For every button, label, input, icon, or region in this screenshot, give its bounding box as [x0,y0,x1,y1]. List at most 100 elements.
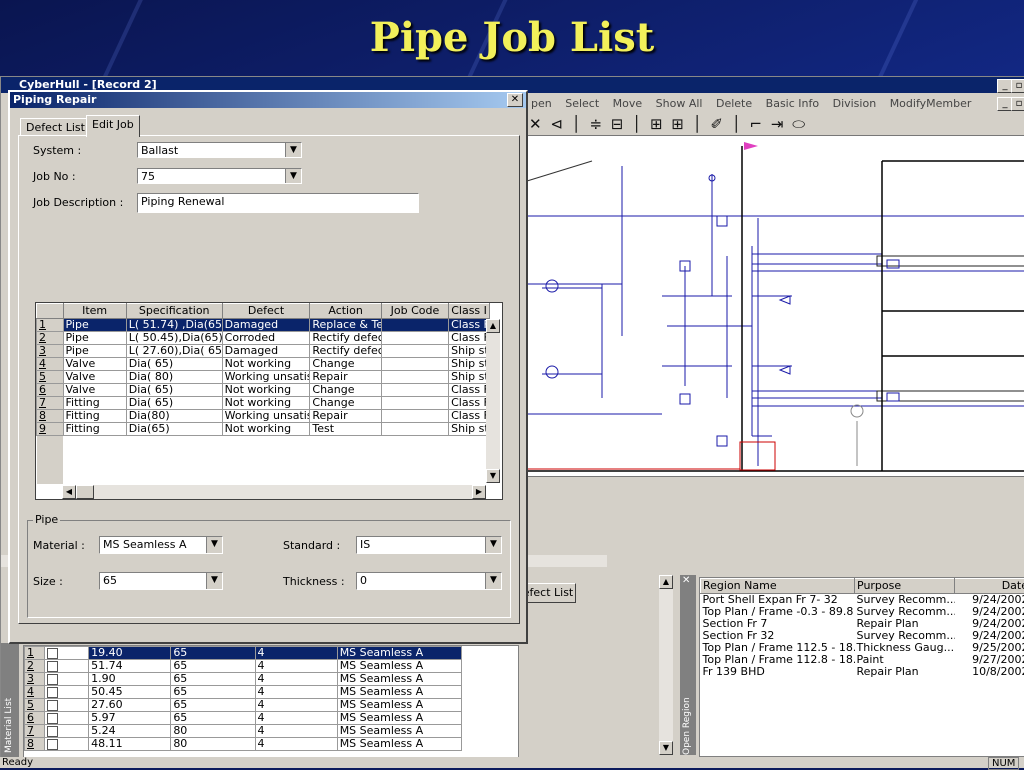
table-row[interactable]: 450.45654MS Seamless A [25,686,462,699]
scroll-up-button[interactable]: ▲ [659,575,673,589]
table-cell: 6 [37,384,64,397]
table-cell: L( 50.45),Dia(65) [126,332,222,345]
table-row[interactable]: 4ValveDia( 65)Not workingChangeShip st [37,358,490,371]
chevron-down-icon[interactable]: ▼ [206,537,222,553]
menu-show-all[interactable]: Show All [656,97,703,110]
table-row[interactable]: Fr 139 BHDRepair Plan10/8/2002 [701,666,1024,678]
row-checkbox[interactable] [47,713,58,724]
tab-edit-job[interactable]: Edit Job [86,115,140,137]
defect-list-button[interactable]: efect List [520,583,576,603]
scroll-right-button[interactable]: ▶ [472,485,486,499]
middle-scrollbar[interactable]: ▲ ▼ [659,575,673,755]
table-row[interactable]: 5ValveDia( 80)Working unsatisfRepairShip… [37,371,490,384]
row-checkbox[interactable] [47,700,58,711]
table-row[interactable]: 7FittingDia( 65)Not workingChangeClass F [37,397,490,410]
scroll-up-button[interactable]: ▲ [486,319,500,333]
thickness-select[interactable]: 0 ▼ [356,572,502,590]
table-row[interactable]: Section Fr 7Repair Plan9/24/2002 [701,618,1024,630]
column-header-defect[interactable]: Defect [222,304,310,319]
table-row[interactable]: 8FittingDia(80)Working unsatisfRepairCla… [37,410,490,423]
table-cell: Pipe [63,345,126,358]
job-grid-horizontal-scrollbar[interactable]: ◀ ▶ [62,485,486,499]
row-checkbox[interactable] [47,726,58,737]
slide-title: Pipe Job List [0,14,1024,61]
table-row[interactable]: 2PipeL( 50.45),Dia(65)CorrodedRectify de… [37,332,490,345]
drawing-toolbar[interactable]: ✕ ⊲ │ ≑ ⊟ │ ⊞ ⊞ │ ✐ │ ⌐ ⇥ ⬭ [529,115,807,133]
menu-select[interactable]: Select [565,97,599,110]
column-header-specification[interactable]: Specification [126,304,222,319]
region-list-grid[interactable]: Region Name Purpose Date Port Shell Expa… [699,577,1024,757]
row-checkbox[interactable] [47,648,58,659]
table-row[interactable]: 527.60654MS Seamless A [25,699,462,712]
job-item-grid[interactable]: Item Specification Defect Action Job Cod… [35,302,503,500]
table-row[interactable]: 848.11804MS Seamless A [25,738,462,751]
chevron-down-icon[interactable]: ▼ [285,143,301,157]
table-cell: Top Plan / Frame 112.5 - 18... [701,642,855,654]
column-header-job-code[interactable]: Job Code [381,304,448,319]
material-list-table: 119.40654MS Seamless A251.74654MS Seamle… [24,646,462,751]
column-header-purpose[interactable]: Purpose [855,579,955,594]
restore-button[interactable]: ▫ [1011,79,1024,93]
material-list-scrollbar[interactable]: ▲ [518,646,519,758]
standard-select[interactable]: IS ▼ [356,536,502,554]
column-header-date[interactable]: Date [955,579,1024,594]
system-select[interactable]: Ballast ▼ [137,142,302,158]
job-grid-vertical-scrollbar[interactable]: ▲ ▼ [486,319,500,483]
menu-modify-member[interactable]: ModifyMember [890,97,972,110]
scroll-down-button[interactable]: ▼ [486,469,500,483]
material-list-side-panel: Material List [1,643,19,758]
table-row[interactable]: 6ValveDia( 65)Not workingChangeClass F [37,384,490,397]
table-cell: 10/8/2002 [955,666,1024,678]
mdi-restore-button[interactable]: ▫ [1011,97,1024,111]
table-row[interactable]: Top Plan / Frame 112.5 - 18...Thickness … [701,642,1024,654]
table-row[interactable]: 1PipeL( 51.74) ,Dia(65)DamagedReplace & … [37,319,490,332]
column-header-region-name[interactable]: Region Name [701,579,855,594]
row-checkbox[interactable] [47,661,58,672]
table-row[interactable]: Top Plan / Frame 112.8 - 18...Paint9/27/… [701,654,1024,666]
material-list-grid[interactable]: 119.40654MS Seamless A251.74654MS Seamle… [23,645,519,759]
table-row[interactable]: Top Plan / Frame -0.3 - 89.8Survey Recom… [701,606,1024,618]
table-cell: Thickness Gaug... [855,642,955,654]
table-row[interactable]: 75.24804MS Seamless A [25,725,462,738]
job-no-select[interactable]: 75 ▼ [137,168,302,184]
table-cell: Dia( 65) [126,384,222,397]
menu-move[interactable]: Move [613,97,643,110]
table-row[interactable]: 65.97654MS Seamless A [25,712,462,725]
size-select[interactable]: 65 ▼ [99,572,223,590]
row-checkbox[interactable] [47,687,58,698]
table-row[interactable]: 9FittingDia(65)Not workingTestShip st [37,423,490,436]
row-number: 2 [25,660,45,673]
menu-delete[interactable]: Delete [716,97,752,110]
table-cell: 4 [255,686,337,699]
scroll-left-button[interactable]: ◀ [62,485,76,499]
drawing-canvas[interactable] [521,135,1024,477]
column-header-class[interactable]: Class I [449,304,490,319]
close-icon[interactable]: ✕ [507,93,523,107]
table-row[interactable]: 251.74654MS Seamless A [25,660,462,673]
table-row[interactable]: 119.40654MS Seamless A [25,647,462,660]
job-description-input[interactable]: Piping Renewal [137,193,419,213]
scroll-down-button[interactable]: ▼ [659,741,673,755]
table-row[interactable]: 3PipeL( 27.60),Dia( 65)DamagedRectify de… [37,345,490,358]
material-select[interactable]: MS Seamless A ▼ [99,536,223,554]
menu-division[interactable]: Division [833,97,877,110]
menu-open[interactable]: pen [531,97,552,110]
table-row[interactable]: 31.90654MS Seamless A [25,673,462,686]
close-icon[interactable]: ✕ [682,575,690,586]
chevron-down-icon[interactable]: ▼ [285,169,301,183]
column-header-action[interactable]: Action [310,304,381,319]
table-row[interactable]: Port Shell Expan Fr 7- 32Survey Recomm..… [701,594,1024,607]
row-checkbox[interactable] [47,739,58,750]
row-checkbox[interactable] [47,674,58,685]
row-number: 4 [25,686,45,699]
scroll-thumb[interactable] [76,485,94,499]
table-row[interactable]: Section Fr 32Survey Recomm...9/24/2002 [701,630,1024,642]
chevron-down-icon[interactable]: ▼ [485,573,501,589]
column-header-item[interactable]: Item [63,304,126,319]
table-cell [381,397,448,410]
scroll-up-button[interactable]: ▲ [518,646,519,660]
menu-basic-info[interactable]: Basic Info [766,97,819,110]
chevron-down-icon[interactable]: ▼ [206,573,222,589]
chevron-down-icon[interactable]: ▼ [485,537,501,553]
open-region-label: Open Region [682,685,692,755]
